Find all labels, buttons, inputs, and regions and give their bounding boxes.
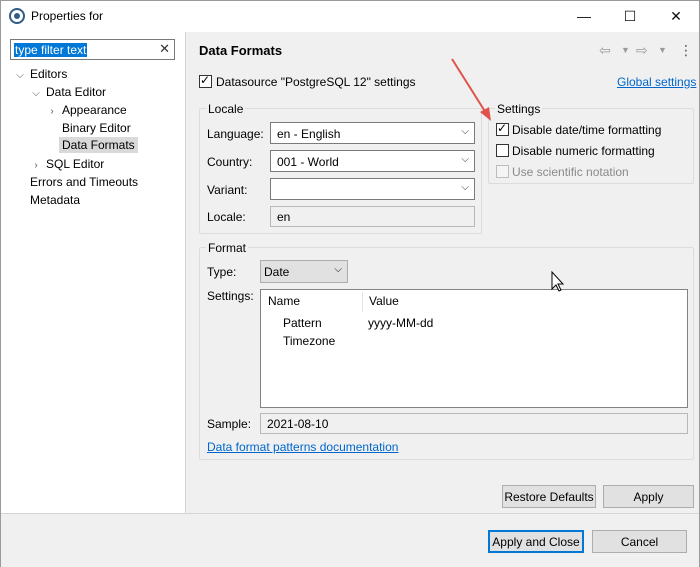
clear-filter-icon[interactable]: ✕ <box>159 41 170 57</box>
close-window-button[interactable]: ✕ <box>653 1 699 32</box>
tree-item-data-formats[interactable]: Data Formats <box>59 137 138 153</box>
table-row-name[interactable]: Pattern <box>283 316 322 330</box>
page-title: Data Formats <box>199 43 283 58</box>
scientific-notation-label: Use scientific notation <box>512 165 629 179</box>
tree-item-binary-editor[interactable]: Binary Editor <box>62 120 131 136</box>
chevron-down-icon: ⌵ <box>461 154 469 165</box>
format-docs-link[interactable]: Data format patterns documentation <box>207 440 398 454</box>
column-divider <box>362 292 363 312</box>
view-menu-icon[interactable]: ⋮ <box>679 42 693 59</box>
tree-item-label: Metadata <box>30 193 81 207</box>
data-formats-page: Data Formats ⇦ ▼ ⇨ ▼ ⋮ Datasource "Postg… <box>186 32 699 513</box>
disable-numeric-checkbox[interactable] <box>496 144 509 157</box>
column-header-name[interactable]: Name <box>268 294 300 308</box>
back-menu-icon[interactable]: ▼ <box>621 45 630 55</box>
chevron-right-icon[interactable]: › <box>45 104 59 120</box>
country-select[interactable]: 001 - World ⌵ <box>270 150 475 172</box>
global-settings-link[interactable]: Global settings <box>617 75 696 89</box>
filter-input-text: type filter text <box>14 43 88 57</box>
datasource-settings-checkbox[interactable] <box>199 73 212 88</box>
sample-field: 2021-08-10 <box>260 413 688 434</box>
tree-item-metadata[interactable]: Metadata <box>30 192 80 208</box>
cancel-button[interactable]: Cancel <box>592 530 687 553</box>
locale-field-value: en <box>277 210 291 224</box>
sample-label: Sample: <box>207 417 252 431</box>
language-select[interactable]: en - English ⌵ <box>270 122 475 144</box>
minimize-button[interactable]: — <box>561 1 607 32</box>
type-label: Type: <box>207 265 237 279</box>
apply-and-close-button[interactable]: Apply and Close <box>488 530 584 553</box>
tree-item-data-editor[interactable]: ⌵ Data Editor <box>29 84 106 102</box>
disable-numeric-label: Disable numeric formatting <box>512 144 655 158</box>
chevron-down-icon[interactable]: ⌵ <box>13 68 27 84</box>
tree-item-label: Editors <box>30 67 68 81</box>
apply-button[interactable]: Apply <box>603 485 694 508</box>
tree-item-errors-timeouts[interactable]: Errors and Timeouts <box>30 174 138 190</box>
country-select-value: 001 - World <box>277 155 339 169</box>
tree-item-label: Errors and Timeouts <box>30 175 139 189</box>
locale-field: en <box>270 206 475 227</box>
tree-item-appearance[interactable]: › Appearance <box>45 102 127 120</box>
dbeaver-app-icon <box>9 8 25 24</box>
tree-item-label: Binary Editor <box>62 121 131 135</box>
table-row-name[interactable]: Timezone <box>283 334 335 348</box>
back-arrow-icon[interactable]: ⇦ <box>599 42 611 59</box>
filter-input[interactable]: type filter text ✕ <box>10 39 175 60</box>
properties-dialog: Properties for — ☐ ✕ type filter text ✕ … <box>0 0 700 567</box>
datasource-settings-label: Datasource "PostgreSQL 12" settings <box>216 75 416 89</box>
type-select-value: Date <box>264 265 290 279</box>
settings-group-title: Settings <box>495 102 543 116</box>
chevron-down-icon[interactable]: ⌵ <box>29 86 43 102</box>
format-settings-table[interactable]: Name Value Pattern yyyy-MM-dd Timezone <box>260 289 688 408</box>
column-header-value[interactable]: Value <box>369 294 399 308</box>
dialog-button-bar: Apply and Close Cancel <box>1 513 699 567</box>
variant-select[interactable]: ⌵ <box>270 178 475 200</box>
forward-menu-icon[interactable]: ▼ <box>658 45 667 55</box>
chevron-down-icon: ⌵ <box>334 264 342 275</box>
table-row-value[interactable]: yyyy-MM-dd <box>368 316 433 330</box>
forward-arrow-icon[interactable]: ⇨ <box>636 42 648 59</box>
type-select[interactable]: Date ⌵ <box>260 260 348 283</box>
tree-item-label: Data Editor <box>46 85 107 99</box>
sample-field-value: 2021-08-10 <box>267 417 329 431</box>
disable-datetime-checkbox[interactable] <box>496 121 509 136</box>
chevron-right-icon[interactable]: › <box>29 158 43 174</box>
preferences-tree-panel: type filter text ✕ ⌵ Editors ⌵ Data Editor… <box>1 32 186 513</box>
settings-table-label: Settings: <box>207 289 254 303</box>
country-label: Country: <box>207 155 253 169</box>
title-bar: Properties for — ☐ ✕ <box>1 1 699 32</box>
variant-label: Variant: <box>207 183 248 197</box>
scientific-notation-checkbox[interactable] <box>496 165 509 178</box>
tree-item-sql-editor[interactable]: › SQL Editor <box>29 156 104 174</box>
maximize-button[interactable]: ☐ <box>607 1 653 32</box>
locale-label: Locale: <box>207 210 246 224</box>
tree-item-editors[interactable]: ⌵ Editors <box>13 66 67 84</box>
disable-datetime-label: Disable date/time formatting <box>512 123 662 137</box>
tree-item-label: Data Formats <box>62 138 135 152</box>
language-select-value: en - English <box>277 127 341 141</box>
tree-item-label: Appearance <box>62 103 127 117</box>
tree-item-label: SQL Editor <box>46 157 105 171</box>
window-title: Properties for <box>31 9 104 23</box>
restore-defaults-button[interactable]: Restore Defaults <box>502 485 596 508</box>
chevron-down-icon: ⌵ <box>461 126 469 137</box>
locale-group-title: Locale <box>206 102 246 116</box>
chevron-down-icon: ⌵ <box>461 182 469 193</box>
language-label: Language: <box>207 127 264 141</box>
format-group-title: Format <box>206 241 249 255</box>
